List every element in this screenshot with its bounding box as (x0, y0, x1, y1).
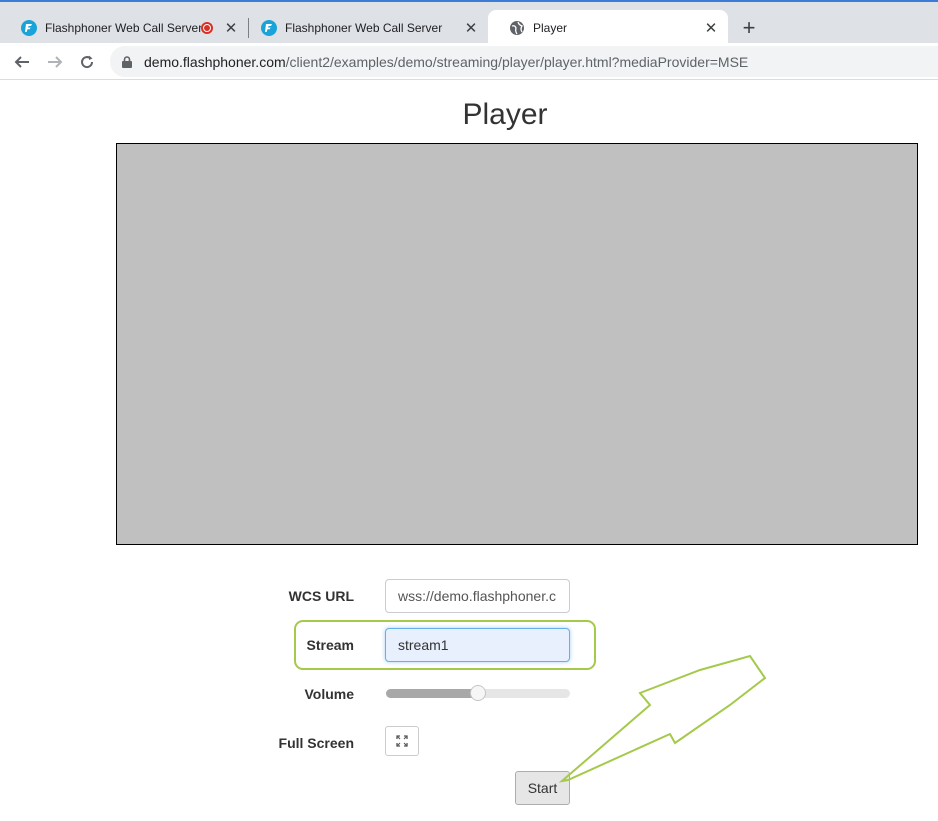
tab-flashphoner-1[interactable]: Flashphoner Web Call Server ✕ (0, 10, 248, 45)
url-path: /client2/examples/demo/streaming/player/… (285, 53, 749, 70)
globe-icon (509, 20, 525, 36)
reload-icon (81, 55, 94, 69)
volume-slider-handle[interactable] (470, 685, 486, 701)
close-icon[interactable]: ✕ (223, 20, 239, 37)
browser-toolbar: demo.flashphoner.com/client2/examples/de… (0, 43, 938, 80)
arrow-left-icon (14, 56, 29, 68)
flashphoner-icon (21, 19, 37, 36)
new-tab-button[interactable]: + (738, 17, 760, 39)
tab-title: Flashphoner Web Call Server (45, 20, 201, 35)
address-bar[interactable]: demo.flashphoner.com/client2/examples/de… (110, 46, 938, 77)
back-button[interactable] (10, 50, 34, 74)
recording-icon (201, 21, 213, 34)
tab-title: Flashphoner Web Call Server (285, 20, 443, 35)
tab-flashphoner-2[interactable]: Flashphoner Web Call Server ✕ (240, 10, 488, 45)
close-icon[interactable]: ✕ (703, 20, 719, 37)
tab-title: Player (533, 20, 568, 35)
fullscreen-button[interactable] (385, 726, 419, 756)
reload-button[interactable] (75, 50, 99, 74)
stream-label: Stream (306, 637, 354, 653)
url-host: demo.flashphoner.com (144, 53, 286, 70)
video-player[interactable] (116, 143, 918, 545)
close-icon[interactable]: ✕ (463, 20, 479, 37)
wcs-url-label: WCS URL (288, 588, 354, 604)
volume-label: Volume (304, 686, 354, 702)
stream-input[interactable]: stream1 (385, 628, 570, 662)
pointer-arrow-annotation (558, 654, 767, 783)
volume-slider[interactable] (386, 685, 570, 701)
fullscreen-label: Full Screen (278, 735, 354, 751)
wcs-url-input[interactable]: wss://demo.flashphoner.c (385, 579, 570, 613)
flashphoner-icon (261, 19, 277, 36)
expand-icon (396, 735, 408, 747)
tab-player[interactable]: Player ✕ (488, 10, 728, 45)
page-title: Player (462, 98, 548, 131)
volume-slider-fill (386, 689, 478, 698)
tab-strip: Flashphoner Web Call Server ✕ Flashphone… (0, 0, 938, 45)
lock-icon (120, 55, 134, 69)
forward-button[interactable] (43, 50, 67, 74)
arrow-right-icon (48, 56, 63, 68)
